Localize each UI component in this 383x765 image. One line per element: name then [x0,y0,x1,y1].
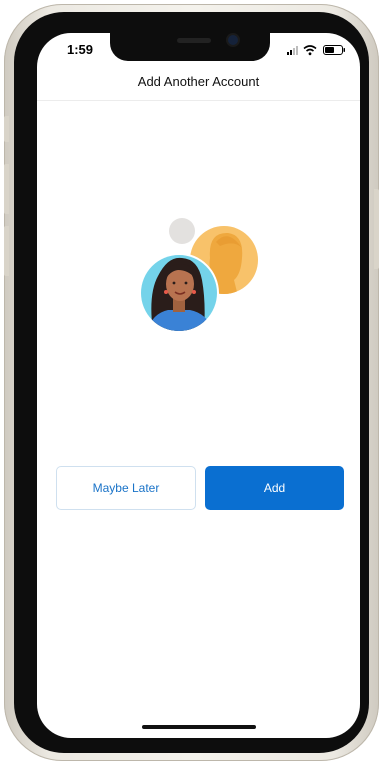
maybe-later-button[interactable]: Maybe Later [56,466,196,510]
status-icons [287,45,345,56]
status-time: 1:59 [67,42,94,57]
page-title: Add Another Account [137,74,260,89]
power-button [374,189,379,269]
front-camera [228,35,238,45]
add-account-button[interactable]: Add [205,466,344,510]
volume-down-button [4,226,9,276]
cellular-signal-icon [287,46,298,55]
header-divider [37,100,360,101]
battery-icon [323,45,345,55]
add-account-avatars-icon [139,218,258,333]
home-indicator [142,725,256,729]
volume-up-button [4,164,9,214]
earpiece-speaker [177,38,211,43]
app-screen [37,33,360,738]
wifi-icon [303,45,317,56]
mute-switch [4,116,9,142]
